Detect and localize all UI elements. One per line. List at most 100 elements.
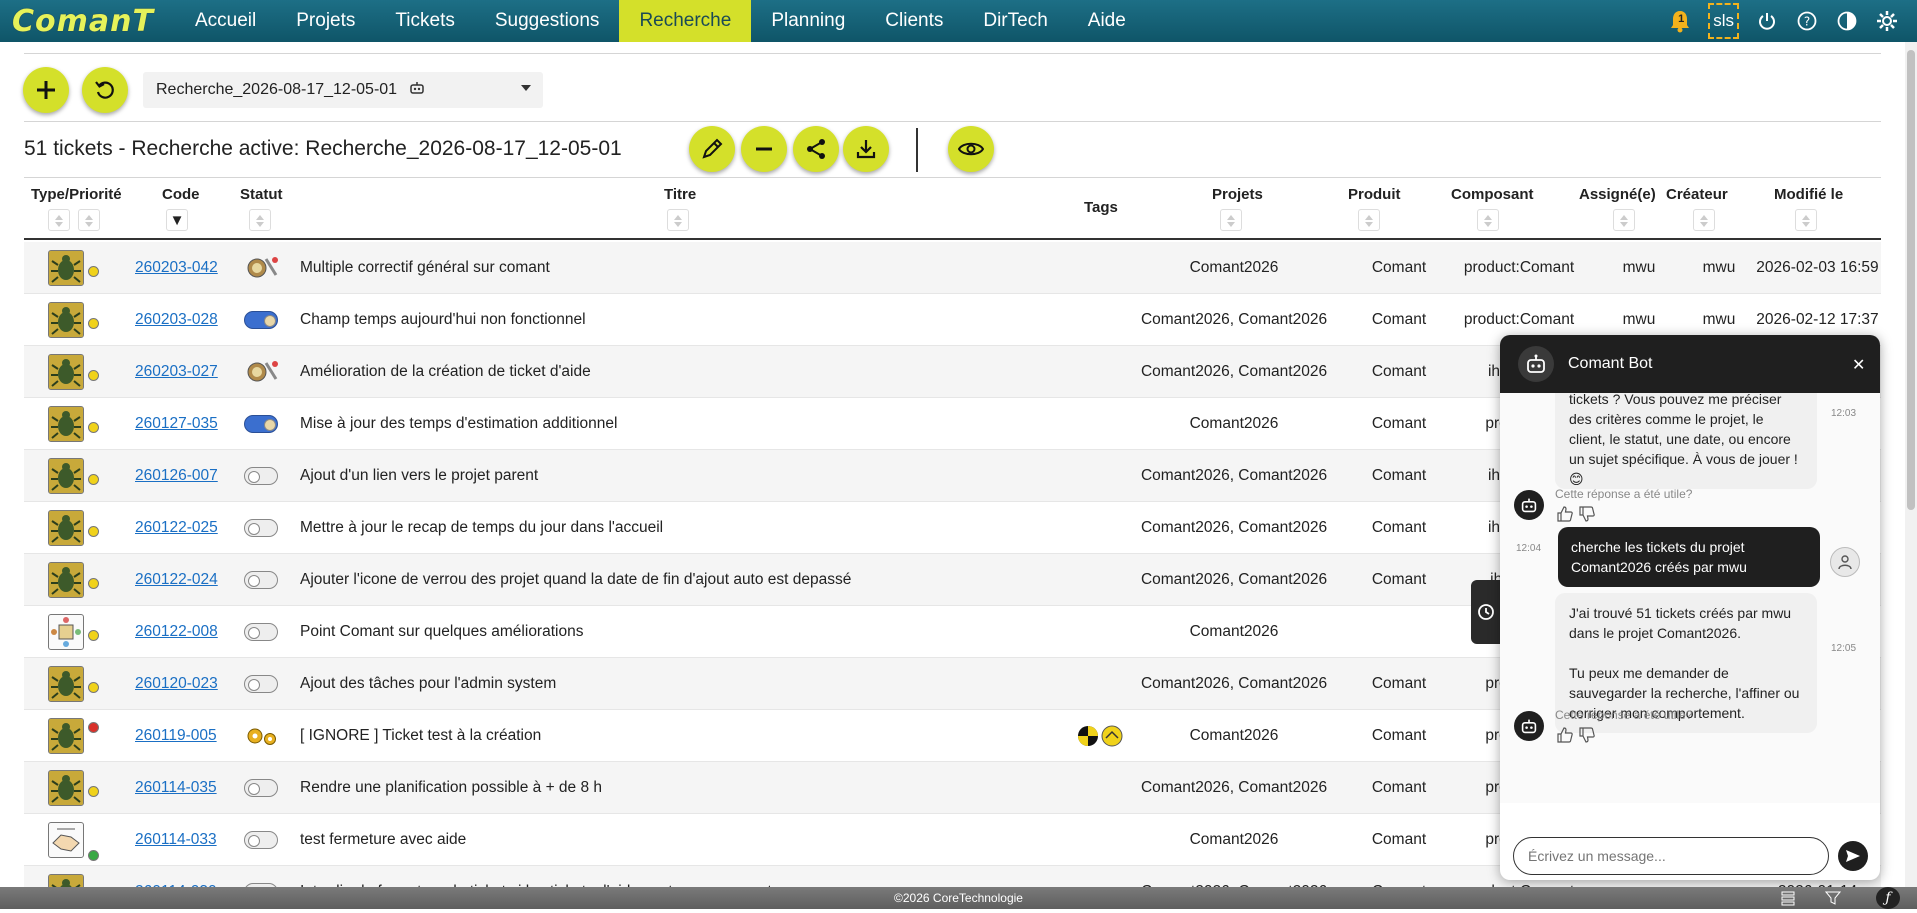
cell-status: [244, 710, 280, 762]
cell-title[interactable]: Ajout des tâches pour l'admin system: [300, 658, 556, 710]
cell-title[interactable]: Rendre une planification possible à + de…: [300, 762, 602, 814]
sort-assigned-button[interactable]: [1613, 209, 1635, 231]
ticket-code-link[interactable]: 260203-027: [135, 363, 218, 381]
ticket-code-link[interactable]: 260114-033: [135, 831, 217, 849]
status-toggle[interactable]: [244, 779, 278, 797]
cell-title[interactable]: [ IGNORE ] Ticket test à la création: [300, 710, 541, 762]
col-header-title[interactable]: Titre: [664, 186, 696, 203]
sort-modified-button[interactable]: [1795, 209, 1817, 231]
cell-title[interactable]: Point Comant sur quelques améliorations: [300, 606, 583, 658]
col-header-product[interactable]: Produit: [1348, 186, 1401, 203]
col-header-creator[interactable]: Créateur: [1666, 186, 1728, 203]
col-header-component[interactable]: Composant: [1451, 186, 1534, 203]
reset-button[interactable]: [82, 67, 128, 113]
power-icon[interactable]: [1755, 9, 1779, 33]
status-toggle[interactable]: [244, 519, 278, 537]
toggle-visibility-button[interactable]: [948, 126, 994, 172]
cell-product: Comant: [1371, 519, 1427, 536]
chat-history-tab[interactable]: [1471, 580, 1501, 644]
nav-item-accueil[interactable]: Accueil: [175, 0, 276, 42]
saved-search-select[interactable]: Recherche_2026-08-17_12-05-01: [143, 72, 543, 108]
bug-type-icon: [48, 406, 84, 442]
share-button[interactable]: [793, 126, 839, 172]
thumbs-up-icon[interactable]: [1556, 726, 1574, 744]
ticket-code-link[interactable]: 260119-005: [135, 727, 217, 745]
sort-product-button[interactable]: [1358, 209, 1380, 231]
sort-priority-button[interactable]: [78, 209, 100, 231]
notification-bell-icon[interactable]: 1: [1668, 9, 1692, 33]
col-header-assigned[interactable]: Assigné(e): [1579, 186, 1656, 203]
nav-item-dirtech[interactable]: DirTech: [963, 0, 1067, 42]
footer: ©2026 CoreTechnologie ƒ: [0, 887, 1917, 909]
nav-item-tickets[interactable]: Tickets: [375, 0, 474, 42]
sort-type-button[interactable]: [48, 209, 70, 231]
ticket-code-link[interactable]: 260203-042: [135, 259, 218, 277]
status-toggle[interactable]: [244, 415, 278, 433]
filter-icon[interactable]: [1824, 890, 1842, 913]
cell-title[interactable]: Ajouter l'icone de verrou des projet qua…: [300, 554, 851, 606]
col-header-projects[interactable]: Projets: [1212, 186, 1263, 203]
nav-item-projets[interactable]: Projets: [276, 0, 375, 42]
symfony-icon[interactable]: ƒ: [1876, 887, 1900, 909]
app-logo[interactable]: ComanT: [0, 0, 175, 42]
help-icon[interactable]: ?: [1795, 9, 1819, 33]
status-toggle[interactable]: [244, 311, 278, 329]
nav-item-clients[interactable]: Clients: [865, 0, 963, 42]
cell-title[interactable]: Champ temps aujourd'hui non fonctionnel: [300, 294, 586, 346]
download-button[interactable]: [843, 126, 889, 172]
cell-title[interactable]: test fermeture avec aide: [300, 814, 466, 866]
ticket-code-link[interactable]: 260120-023: [135, 675, 218, 693]
ticket-code-link[interactable]: 260122-008: [135, 623, 218, 641]
scrollbar-thumb[interactable]: [1907, 50, 1915, 510]
ticket-code-link[interactable]: 260127-035: [135, 415, 218, 433]
list-icon[interactable]: [1780, 890, 1796, 913]
nav-item-planning[interactable]: Planning: [751, 0, 865, 42]
ticket-code-link[interactable]: 260122-024: [135, 571, 218, 589]
user-initials-button[interactable]: sls: [1708, 3, 1739, 39]
close-icon[interactable]: ✕: [1852, 355, 1865, 375]
status-toggle[interactable]: [244, 467, 278, 485]
chat-message-input[interactable]: [1513, 837, 1829, 875]
table-row[interactable]: 260203-042 Multiple correctif général sur…: [24, 242, 1881, 294]
cell-title[interactable]: Mettre à jour le recap de temps du jour …: [300, 502, 663, 554]
nav-item-recherche[interactable]: Recherche: [619, 0, 752, 42]
contrast-icon[interactable]: [1835, 9, 1859, 33]
add-button[interactable]: [23, 67, 69, 113]
sort-title-button[interactable]: [667, 209, 689, 231]
remove-search-button[interactable]: [741, 126, 787, 172]
cell-title[interactable]: Interdire la fermeture de ticket si les …: [300, 866, 772, 887]
sort-component-button[interactable]: [1477, 209, 1499, 231]
status-toggle[interactable]: [244, 831, 278, 849]
thumbs-up-icon[interactable]: [1556, 505, 1574, 523]
minus-icon: [756, 147, 772, 151]
ticket-code-link[interactable]: 260203-028: [135, 311, 218, 329]
ticket-code-link[interactable]: 260126-007: [135, 467, 218, 485]
cell-title[interactable]: Ajout d'un lien vers le projet parent: [300, 450, 538, 502]
cell-product: Comant: [1371, 259, 1427, 276]
col-header-modified[interactable]: Modifié le: [1774, 186, 1843, 203]
cell-title[interactable]: Mise à jour des temps d'estimation addit…: [300, 398, 617, 450]
edit-search-button[interactable]: [689, 126, 735, 172]
status-toggle[interactable]: [244, 571, 278, 589]
nav-item-aide[interactable]: Aide: [1068, 0, 1146, 42]
thumbs-down-icon[interactable]: [1578, 726, 1596, 744]
sort-code-desc-button[interactable]: ▼: [166, 209, 188, 231]
thumbs-down-icon[interactable]: [1578, 505, 1596, 523]
ticket-code-link[interactable]: 260114-035: [135, 779, 217, 797]
status-toggle[interactable]: [244, 623, 278, 641]
chat-messages[interactable]: tickets ? Vous pouvez me préciser des cr…: [1500, 393, 1880, 803]
col-header-code[interactable]: Code: [162, 186, 200, 203]
col-header-status[interactable]: Statut: [240, 186, 283, 203]
sort-status-button[interactable]: [249, 209, 271, 231]
status-toggle[interactable]: [244, 675, 278, 693]
cell-title[interactable]: Multiple correctif général sur comant: [300, 242, 550, 294]
sort-creator-button[interactable]: [1693, 209, 1715, 231]
gear-icon[interactable]: [1875, 9, 1899, 33]
page-scrollbar[interactable]: [1905, 42, 1917, 887]
nav-item-suggestions[interactable]: Suggestions: [475, 0, 620, 42]
sort-projects-button[interactable]: [1220, 209, 1242, 231]
send-button[interactable]: [1838, 841, 1868, 871]
cell-title[interactable]: Amélioration de la création de ticket d'…: [300, 346, 591, 398]
col-header-type[interactable]: Type/Priorité: [31, 186, 122, 203]
ticket-code-link[interactable]: 260122-025: [135, 519, 218, 537]
